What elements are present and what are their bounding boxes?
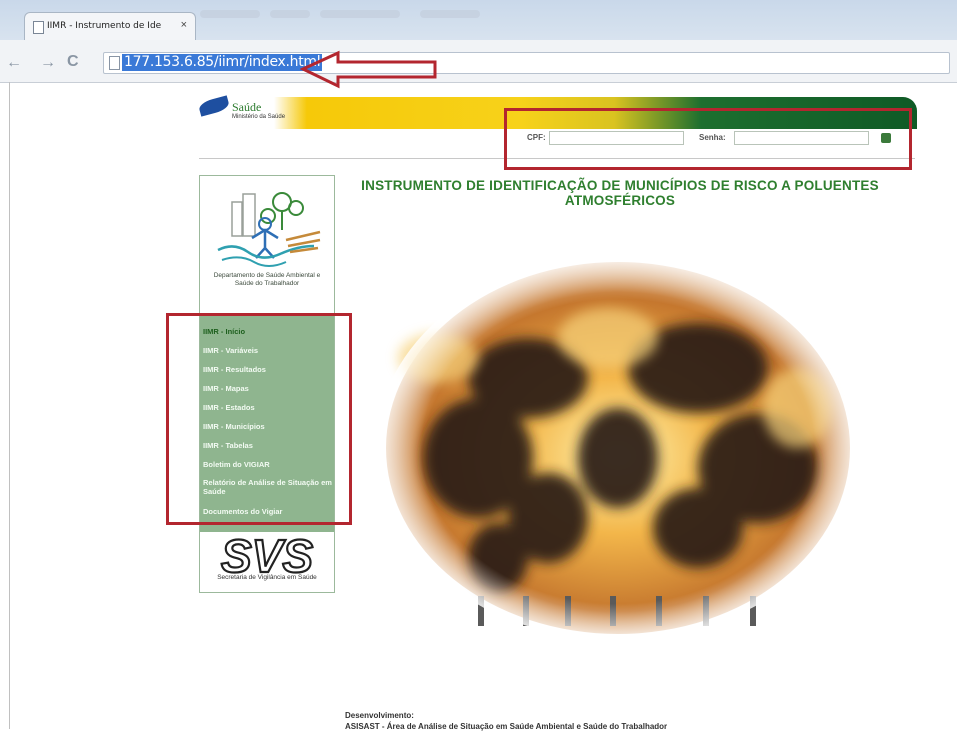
dept-logo-icon — [217, 192, 321, 267]
page-icon — [33, 21, 44, 34]
back-button[interactable]: ← — [6, 54, 22, 72]
page-title: INSTRUMENTO DE IDENTIFICAÇÃO DE MUNICÍPI… — [340, 178, 900, 208]
credits-text: ASISAST - Área de Análise de Situação em… — [345, 722, 668, 731]
blurred-tab — [200, 10, 260, 18]
page-title-line2: ATMOSFÉRICOS — [564, 193, 676, 208]
ministry-logo-title: Saúde — [232, 100, 262, 114]
address-bar[interactable]: 177.153.6.85/iimr/index.html — [103, 52, 950, 74]
dept-name: Departamento de Saúde Ambiental e Saúde … — [213, 272, 321, 287]
page-edge — [9, 82, 10, 729]
forward-button[interactable]: → — [40, 54, 56, 72]
reload-button[interactable]: C — [67, 53, 79, 71]
svs-caption: Secretaria de Vigilância em Saúde — [217, 574, 317, 581]
browser-chrome: IIMR - Instrumento de Ide × ← → C 177.15… — [0, 0, 957, 83]
tab-title: IIMR - Instrumento de Ide — [47, 21, 162, 31]
page-icon — [109, 56, 120, 70]
blurred-tab — [320, 10, 400, 18]
highlight-box-menu — [166, 313, 352, 525]
page-title-line1: INSTRUMENTO DE IDENTIFICAÇÃO DE MUNICÍPI… — [361, 178, 879, 193]
pollution-smoke-image — [378, 258, 858, 638]
ministry-logo-subtitle: Ministério da Saúde — [232, 114, 286, 120]
arrow-annotation-icon — [300, 50, 437, 89]
tab-strip: IIMR - Instrumento de Ide × — [0, 0, 957, 41]
close-tab-icon[interactable]: × — [181, 19, 187, 31]
svs-logo-text: SVS — [221, 532, 313, 576]
browser-tab[interactable]: IIMR - Instrumento de Ide × — [24, 12, 196, 41]
address-url[interactable]: 177.153.6.85/iimr/index.html — [122, 54, 323, 71]
highlight-box-login — [504, 108, 912, 170]
svs-logo: SVS — [220, 532, 315, 576]
blurred-tab — [420, 10, 480, 18]
credits-label: Desenvolvimento: — [345, 711, 414, 720]
blurred-tab — [270, 10, 310, 18]
